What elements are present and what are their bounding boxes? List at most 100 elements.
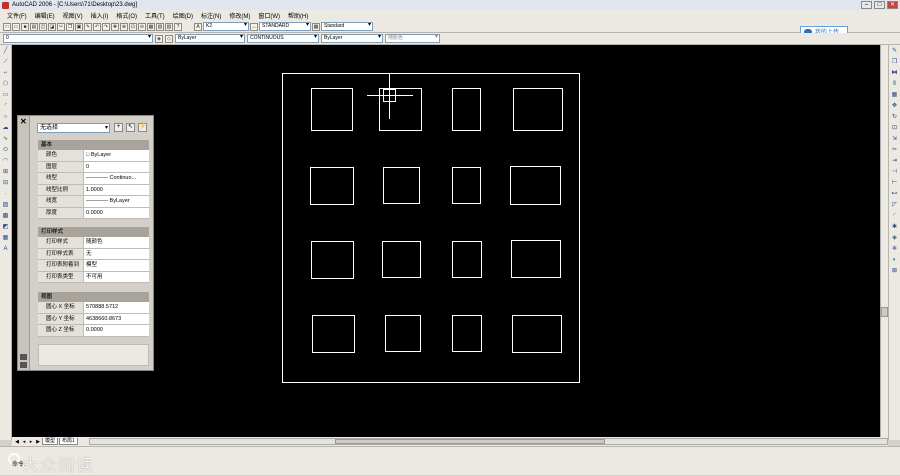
design-center-icon[interactable]: ▧ xyxy=(156,22,164,31)
layer-previous-icon[interactable]: ◇ xyxy=(165,34,173,43)
offset-icon[interactable]: ⫴ xyxy=(891,80,899,88)
chamfer-icon[interactable]: ◸ xyxy=(891,201,899,209)
property-row[interactable]: 线型比例 1.0000 xyxy=(38,184,149,196)
menu-insert[interactable]: 插入(I) xyxy=(87,11,113,20)
polygon-icon[interactable]: ⬠ xyxy=(2,80,10,88)
horizontal-scrollbar[interactable] xyxy=(88,438,888,445)
vertical-scroll-thumb[interactable] xyxy=(881,307,888,317)
menu-window[interactable]: 窗口(W) xyxy=(254,11,284,20)
make-current-layer-icon[interactable]: ◈ xyxy=(155,34,163,43)
menu-file[interactable]: 文件(F) xyxy=(3,11,31,20)
property-row[interactable]: 打印样式表无 xyxy=(38,248,149,260)
horizontal-scroll-thumb[interactable] xyxy=(334,439,605,444)
hatch-icon[interactable]: ▨ xyxy=(2,201,10,209)
publish-icon[interactable]: ◪ xyxy=(48,22,56,31)
section-header[interactable]: 基本 xyxy=(38,140,149,150)
rotate-icon[interactable]: ↻ xyxy=(891,113,899,121)
property-row[interactable]: 圆心 X 坐标 570888.5712 xyxy=(38,302,149,314)
erase-icon[interactable]: ✎ xyxy=(891,47,899,55)
spline-icon[interactable]: ∿ xyxy=(2,135,10,143)
new-file-icon[interactable]: □ xyxy=(3,22,11,31)
region-icon[interactable]: ◩ xyxy=(2,223,10,231)
palette-titlebar[interactable]: ✕ xyxy=(18,116,30,370)
layer-freeze-icon[interactable]: ❄ xyxy=(891,245,899,253)
preview-icon[interactable]: ◫ xyxy=(39,22,47,31)
help-icon[interactable]: ? xyxy=(174,22,182,31)
menu-help[interactable]: 帮助(H) xyxy=(284,11,312,20)
lineweight-select[interactable]: ByLayer xyxy=(321,34,383,43)
vertical-scrollbar[interactable] xyxy=(880,45,888,437)
menu-dimension[interactable]: 标注(N) xyxy=(197,11,225,20)
array-icon[interactable]: ▦ xyxy=(891,91,899,99)
stretch-icon[interactable]: ⇲ xyxy=(891,135,899,143)
pan-icon[interactable]: ✥ xyxy=(111,22,119,31)
section-header[interactable]: 视图 xyxy=(38,292,149,302)
property-row[interactable]: 线型 ———— Continuo... xyxy=(38,173,149,185)
menu-edit[interactable]: 编辑(E) xyxy=(31,11,59,20)
minimize-button[interactable]: – xyxy=(861,1,872,9)
move-icon[interactable]: ✥ xyxy=(891,102,899,110)
polyline-icon[interactable]: ⌐ xyxy=(2,69,10,77)
undo-icon[interactable]: ↶ xyxy=(93,22,101,31)
property-row[interactable]: 圆心 Z 坐标 0.0000 xyxy=(38,325,149,337)
explode-icon[interactable]: ✱ xyxy=(891,223,899,231)
property-row[interactable]: 颜色 □ ByLayer xyxy=(38,150,149,162)
select-objects-icon[interactable]: ↖ xyxy=(126,123,135,132)
redo-icon[interactable]: ↷ xyxy=(102,22,110,31)
prev-tab-icon[interactable]: ◂ xyxy=(21,439,27,445)
palette-properties-icon[interactable] xyxy=(20,362,27,368)
break-icon[interactable]: ⊢ xyxy=(891,179,899,187)
copy-object-icon[interactable]: ❐ xyxy=(891,58,899,66)
property-row[interactable]: 圆心 Y 坐标 4638660.8673 xyxy=(38,313,149,325)
multiline-text-icon[interactable]: A xyxy=(2,245,10,253)
toggle-pickadd-icon[interactable]: + xyxy=(114,123,123,132)
tab-model[interactable]: 模型 xyxy=(42,438,59,445)
gradient-icon[interactable]: ▩ xyxy=(2,212,10,220)
tab-layout1[interactable]: 布局1 xyxy=(59,438,78,445)
first-tab-icon[interactable]: ◀ xyxy=(14,439,20,445)
mirror-icon[interactable]: ⧓ xyxy=(891,69,899,77)
revision-cloud-icon[interactable]: ☁ xyxy=(2,124,10,132)
fillet-icon[interactable]: ◜ xyxy=(891,212,899,220)
selection-dropdown[interactable]: 无选择 xyxy=(37,123,110,133)
ellipse-icon[interactable]: ⬭ xyxy=(2,146,10,154)
next-tab-icon[interactable]: ▸ xyxy=(28,439,34,445)
circle-icon[interactable]: ○ xyxy=(2,113,10,121)
property-row[interactable]: 线宽 ———— ByLayer xyxy=(38,196,149,208)
arc-icon[interactable]: ◜ xyxy=(2,102,10,110)
property-row[interactable]: 打印表类型 不可用 xyxy=(38,271,149,283)
rectangle-icon[interactable]: ▭ xyxy=(2,91,10,99)
open-file-icon[interactable]: ▭ xyxy=(12,22,20,31)
zoom-previous-icon[interactable]: ⊖ xyxy=(138,22,146,31)
autohide-icon[interactable] xyxy=(20,354,27,360)
close-button[interactable]: ✕ xyxy=(887,1,898,9)
properties-icon[interactable]: ▦ xyxy=(147,22,155,31)
layer-isolate-icon[interactable]: ◈ xyxy=(891,234,899,242)
copy-icon[interactable]: ❐ xyxy=(66,22,74,31)
cut-icon[interactable]: ✂ xyxy=(57,22,65,31)
line-icon[interactable]: ╱ xyxy=(2,47,10,55)
linetype-select[interactable]: CONTINUOUS xyxy=(247,34,319,43)
color-select[interactable]: ByLayer xyxy=(175,34,245,43)
property-row[interactable]: 厚度 0.0000 xyxy=(38,207,149,219)
property-row[interactable]: 打印样式 随颜色 xyxy=(38,237,149,249)
property-row[interactable]: 打印表附着到 模型 xyxy=(38,260,149,272)
join-icon[interactable]: ⊷ xyxy=(891,190,899,198)
maximize-button[interactable]: □ xyxy=(874,1,885,9)
match-properties-icon[interactable]: ✎ xyxy=(84,22,92,31)
property-row[interactable]: 图层 0 xyxy=(38,161,149,173)
section-header[interactable]: 打印样式 xyxy=(38,227,149,237)
trim-icon[interactable]: ✂ xyxy=(891,146,899,154)
menu-view[interactable]: 视图(V) xyxy=(59,11,87,20)
scale-icon[interactable]: ⊡ xyxy=(891,124,899,132)
construction-line-icon[interactable]: ⟋ xyxy=(2,58,10,66)
extend-icon[interactable]: ⇥ xyxy=(891,157,899,165)
menu-draw[interactable]: 绘图(D) xyxy=(169,11,197,20)
zoom-window-icon[interactable]: ⊡ xyxy=(129,22,137,31)
make-block-icon[interactable]: ⊟ xyxy=(2,179,10,187)
paste-icon[interactable]: ▣ xyxy=(75,22,83,31)
menu-format[interactable]: 格式(O) xyxy=(112,11,141,20)
print-icon[interactable]: ▤ xyxy=(30,22,38,31)
quick-select-icon[interactable]: ⚡ xyxy=(138,123,147,132)
dim-style-select[interactable]: STANDARD xyxy=(259,22,311,31)
